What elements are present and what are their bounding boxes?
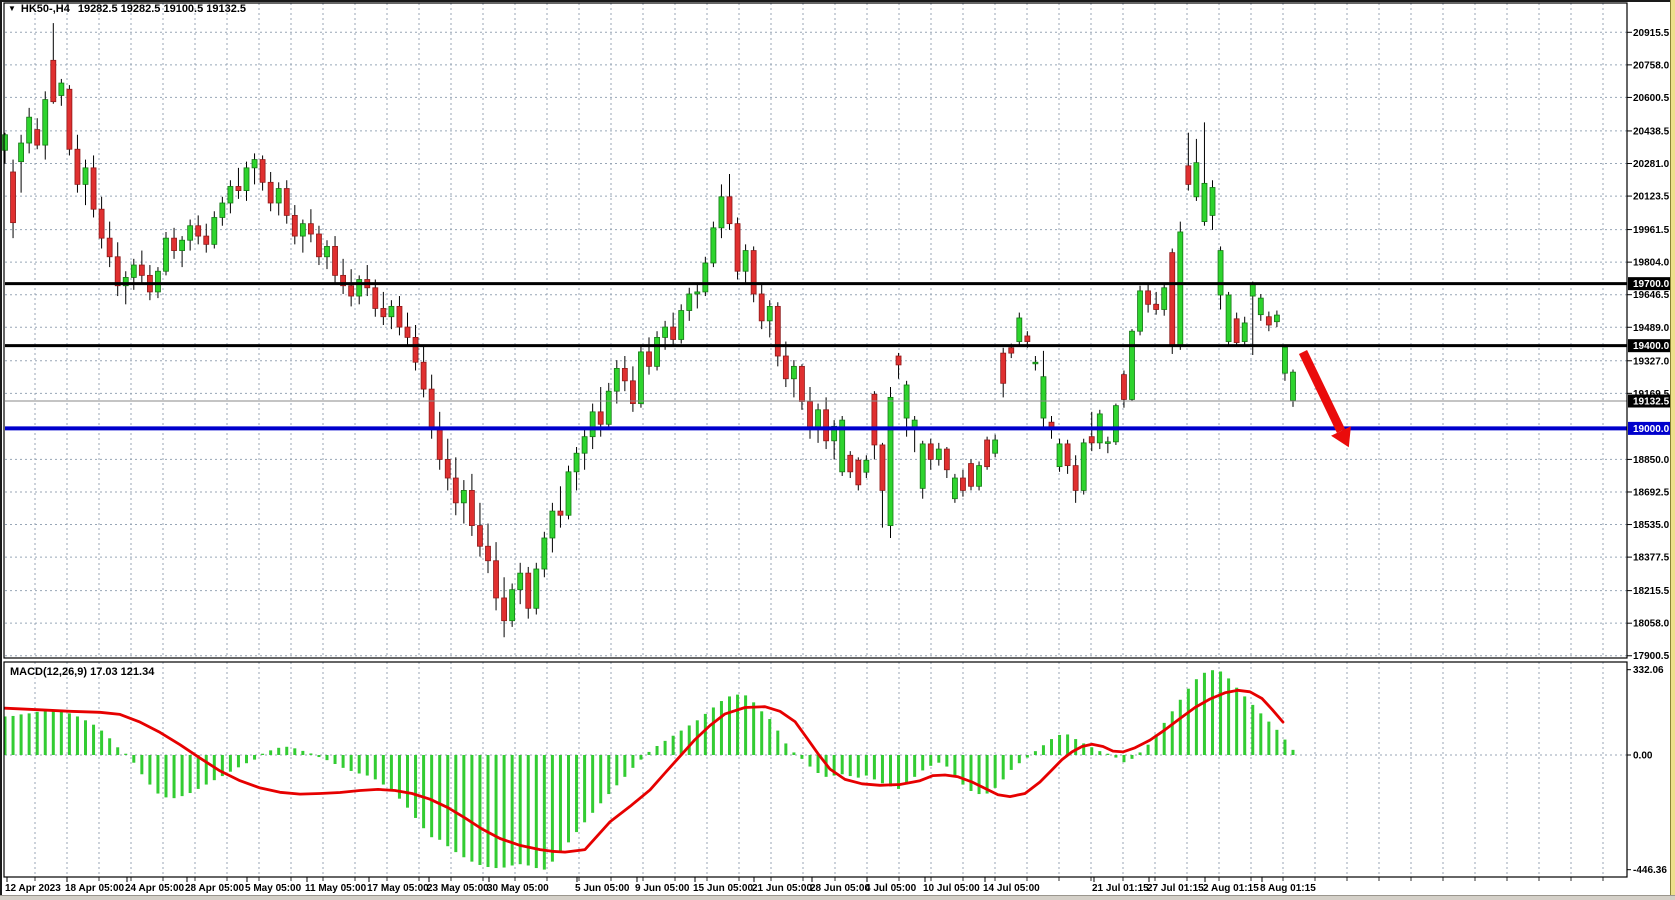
time-axis-label: 12 Apr 2023 bbox=[5, 883, 61, 894]
sell-signal-arrow bbox=[1303, 352, 1351, 447]
time-axis-label: 5 May 05:00 bbox=[245, 883, 302, 894]
time-axis-label: 4 Jul 05:00 bbox=[865, 883, 917, 894]
time-axis-label: 28 Apr 05:00 bbox=[185, 883, 245, 894]
price-tick-label: 19804.0 bbox=[1633, 258, 1670, 269]
time-axis-label: 18 Apr 05:00 bbox=[65, 883, 125, 894]
price-tick-label: 20758.0 bbox=[1633, 60, 1670, 71]
price-tick-label: 20600.5 bbox=[1633, 93, 1670, 104]
time-axis-label: 30 May 05:00 bbox=[487, 883, 549, 894]
price-tick-label: 19489.0 bbox=[1633, 323, 1670, 334]
macd-tick-label: 332.06 bbox=[1633, 665, 1664, 676]
chart-canvas[interactable]: 20915.5 20758.0 20600.5 20438.5 20281.0 20123… bbox=[0, 0, 1675, 900]
macd-indicator-label: MACD(12,26,9) 17.03 121.34 bbox=[10, 666, 154, 678]
macd-tick-label: -446.36 bbox=[1633, 865, 1667, 876]
time-axis-label: 24 Apr 05:00 bbox=[125, 883, 185, 894]
macd-layer bbox=[4, 670, 1295, 869]
time-axis-label: 21 Jul 01:15 bbox=[1092, 883, 1149, 894]
quote-header: ▼ HK50-,H4 19282.5 19282.5 19100.5 19132.5 bbox=[8, 3, 246, 15]
macd-axis: 332.06 0.00 -446.36 bbox=[1627, 665, 1667, 876]
price-tick-label: 20915.5 bbox=[1633, 28, 1670, 39]
highlighted-price-label: 19700.0 bbox=[1633, 279, 1670, 290]
time-axis-label: 11 May 05:00 bbox=[305, 883, 367, 894]
price-tick-label: 20281.0 bbox=[1633, 159, 1670, 170]
symbol-period-label: HK50-,H4 bbox=[21, 3, 70, 15]
highlighted-price-label: 19000.0 bbox=[1633, 424, 1670, 435]
time-axis-label: 10 Jul 05:00 bbox=[923, 883, 980, 894]
price-tick-label: 18215.5 bbox=[1633, 586, 1670, 597]
ohlc-quote: 19282.5 19282.5 19100.5 19132.5 bbox=[78, 3, 246, 15]
price-tick-label: 19327.0 bbox=[1633, 356, 1670, 367]
time-axis: 12 Apr 2023 18 Apr 05:0024 Apr 05:0028 Ap… bbox=[5, 877, 1316, 894]
time-axis-label: 8 Aug 01:15 bbox=[1260, 883, 1316, 894]
price-tick-label: 18377.5 bbox=[1633, 553, 1670, 564]
price-tick-label: 20123.5 bbox=[1633, 192, 1670, 203]
time-axis-label: 28 Jun 05:00 bbox=[810, 883, 870, 894]
time-axis-label: 14 Jul 05:00 bbox=[983, 883, 1040, 894]
price-tick-label: 18692.5 bbox=[1633, 487, 1670, 498]
window-top-border bbox=[0, 0, 1675, 2]
time-axis-label: 2 Aug 01:15 bbox=[1203, 883, 1259, 894]
time-axis-label: 9 Jun 05:00 bbox=[635, 883, 690, 894]
hlines-layer bbox=[5, 284, 1627, 429]
price-tick-label: 19646.5 bbox=[1633, 290, 1670, 301]
macd-tick-label: 0.00 bbox=[1633, 751, 1653, 762]
price-tick-label: 20438.5 bbox=[1633, 126, 1670, 137]
time-axis-label: 5 Jun 05:00 bbox=[575, 883, 630, 894]
price-tick-label: 18535.0 bbox=[1633, 520, 1670, 531]
window-left-border bbox=[0, 0, 2, 895]
panel-borders bbox=[4, 3, 1627, 877]
highlighted-price-label: 19400.0 bbox=[1633, 341, 1670, 352]
time-axis-label: 27 Jul 01:15 bbox=[1147, 883, 1204, 894]
price-tick-label: 18058.0 bbox=[1633, 619, 1670, 630]
price-tick-label: 18850.0 bbox=[1633, 455, 1670, 466]
price-axis: 20915.5 20758.0 20600.5 20438.5 20281.0 20123… bbox=[1627, 28, 1674, 662]
window-bottom-edge bbox=[0, 895, 1675, 900]
time-axis-label: 17 May 05:00 bbox=[367, 883, 429, 894]
price-tick-label: 17900.5 bbox=[1633, 651, 1670, 662]
highlighted-price-label: 19132.5 bbox=[1633, 396, 1670, 407]
time-axis-label: 15 Jun 05:00 bbox=[693, 883, 753, 894]
time-axis-label: 23 May 05:00 bbox=[427, 883, 489, 894]
price-tick-label: 19961.5 bbox=[1633, 225, 1670, 236]
time-axis-label: 21 Jun 05:00 bbox=[752, 883, 812, 894]
candles-layer bbox=[3, 23, 1296, 637]
symbol-dropdown-icon[interactable]: ▼ bbox=[8, 4, 16, 13]
trading-chart-window: 20915.5 20758.0 20600.5 20438.5 20281.0 20123… bbox=[0, 0, 1675, 900]
window-right-edge[interactable] bbox=[1670, 0, 1675, 895]
